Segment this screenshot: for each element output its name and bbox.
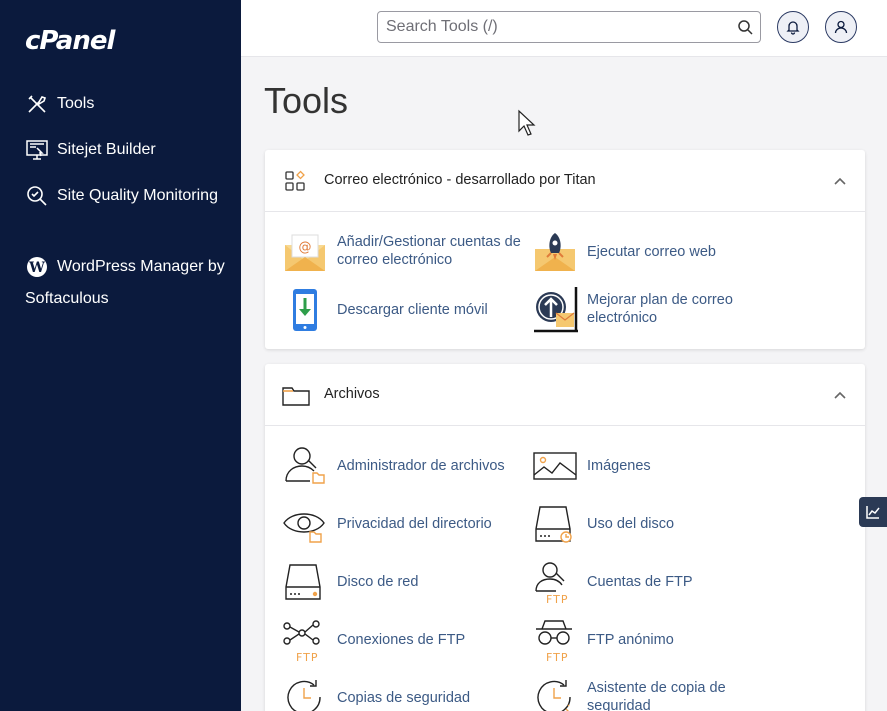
tool-item-label: Mejorar plan de correo electrónico [587,292,733,326]
sidebar-item-label: Tools [57,95,95,112]
tool-item-mobile-client[interactable]: Descargar cliente móvil [282,287,522,333]
mouse-cursor-icon [518,109,536,136]
chevron-up-icon[interactable] [833,388,847,402]
stats-toggle-tab[interactable] [859,497,887,527]
tool-item-disk-usage[interactable]: Uso del disco [532,501,772,547]
backup-wizard-icon [532,675,578,711]
user-icon [834,20,848,34]
tool-item-backup-wizard[interactable]: Asistente de copia de seguridad [532,675,772,711]
anonymous-ftp-icon: FTP [532,617,578,664]
svg-text:FTP: FTP [296,651,319,663]
network-disk-icon [282,559,328,605]
svg-text:W: W [28,260,45,276]
backup-icon [282,675,328,711]
apps-icon [285,170,305,191]
tool-item-email-accounts[interactable]: @ Añadir/Gestionar cuentas de correo ele… [282,229,522,275]
monitor-icon [25,138,49,162]
tool-item-label: Disco de red [337,574,419,590]
sidebar-item-site-quality[interactable]: Site Quality Monitoring [25,181,225,211]
tool-item-webmail[interactable]: Ejecutar correo web [532,229,772,275]
svg-text:@: @ [299,240,312,255]
tool-item-label: Privacidad del directorio [337,516,492,532]
sidebar-item-label: WordPress Manager by Softaculous [25,258,225,308]
section-title: Correo electrónico - desarrollado por Ti… [324,172,596,188]
folder-icon [282,387,310,406]
wordpress-icon: W [25,255,49,279]
search-box[interactable] [377,11,761,43]
tool-item-network-disk[interactable]: Disco de red [282,559,522,605]
section-files: Archivos Administrador de archivos Imáge… [265,364,865,711]
top-bar [241,0,887,57]
section-header[interactable]: Correo electrónico - desarrollado por Ti… [265,150,865,212]
tool-item-anonymous-ftp[interactable]: FTP FTP anónimo [532,617,772,664]
images-icon [532,443,578,489]
tool-item-label: Conexiones de FTP [337,632,466,648]
mobile-download-icon [282,287,328,333]
tool-item-images[interactable]: Imágenes [532,443,772,489]
sidebar-item-wordpress[interactable]: W WordPress Manager by Softaculous [25,251,225,315]
section-email: Correo electrónico - desarrollado por Ti… [265,150,865,349]
tool-item-label: Añadir/Gestionar cuentas de correo elect… [337,234,521,268]
notifications-button[interactable] [777,11,809,43]
cpanel-logo[interactable]: cPanel [25,26,115,56]
user-menu-button[interactable] [825,11,857,43]
section-title: Archivos [324,386,380,402]
tool-item-file-manager[interactable]: Administrador de archivos [282,443,522,489]
disk-usage-icon [532,501,578,547]
sidebar-item-sitejet[interactable]: Sitejet Builder [25,135,225,165]
tool-item-label: Copias de seguridad [337,690,471,706]
page-title: Tools [264,80,349,121]
tools-icon [25,92,49,116]
tool-item-directory-privacy[interactable]: Privacidad del directorio [282,501,522,547]
tool-item-label: Administrador de archivos [337,458,505,474]
section-header[interactable]: Archivos [265,364,865,426]
tool-item-ftp-connections[interactable]: FTP Conexiones de FTP [282,617,522,664]
sidebar-item-tools[interactable]: Tools [25,89,225,119]
ftp-connections-icon: FTP [282,617,328,664]
tool-item-ftp-accounts[interactable]: FTP Cuentas de FTP [532,559,772,606]
sidebar-item-label: Sitejet Builder [57,141,156,158]
svg-text:FTP: FTP [546,593,569,605]
search-icon[interactable] [737,19,753,35]
tool-item-upgrade-mail[interactable]: Mejorar plan de correo electrónico [532,287,772,333]
quality-check-icon [25,184,49,208]
tool-item-label: Imágenes [587,458,651,474]
tool-item-label: FTP anónimo [587,632,674,648]
email-at-icon: @ [282,229,328,275]
tool-item-label: Cuentas de FTP [587,574,693,590]
sidebar: cPanel Tools Sitejet Builder Site Qualit… [0,0,241,711]
svg-text:FTP: FTP [546,651,569,663]
sidebar-item-label: Site Quality Monitoring [57,187,218,204]
webmail-rocket-icon [532,229,578,275]
upgrade-mail-icon [532,287,578,333]
tool-item-backup[interactable]: Copias de seguridad [282,675,522,711]
bell-icon [786,21,800,35]
tool-item-label: Uso del disco [587,516,675,532]
chart-line-icon [866,506,880,519]
search-input[interactable] [378,12,718,42]
directory-privacy-icon [282,501,328,547]
tool-item-label: Ejecutar correo web [587,244,716,260]
ftp-accounts-icon: FTP [532,559,578,606]
chevron-up-icon[interactable] [833,174,847,188]
file-manager-icon [282,443,328,489]
tool-item-label: Asistente de copia de seguridad [587,680,726,711]
tool-item-label: Descargar cliente móvil [337,302,488,318]
